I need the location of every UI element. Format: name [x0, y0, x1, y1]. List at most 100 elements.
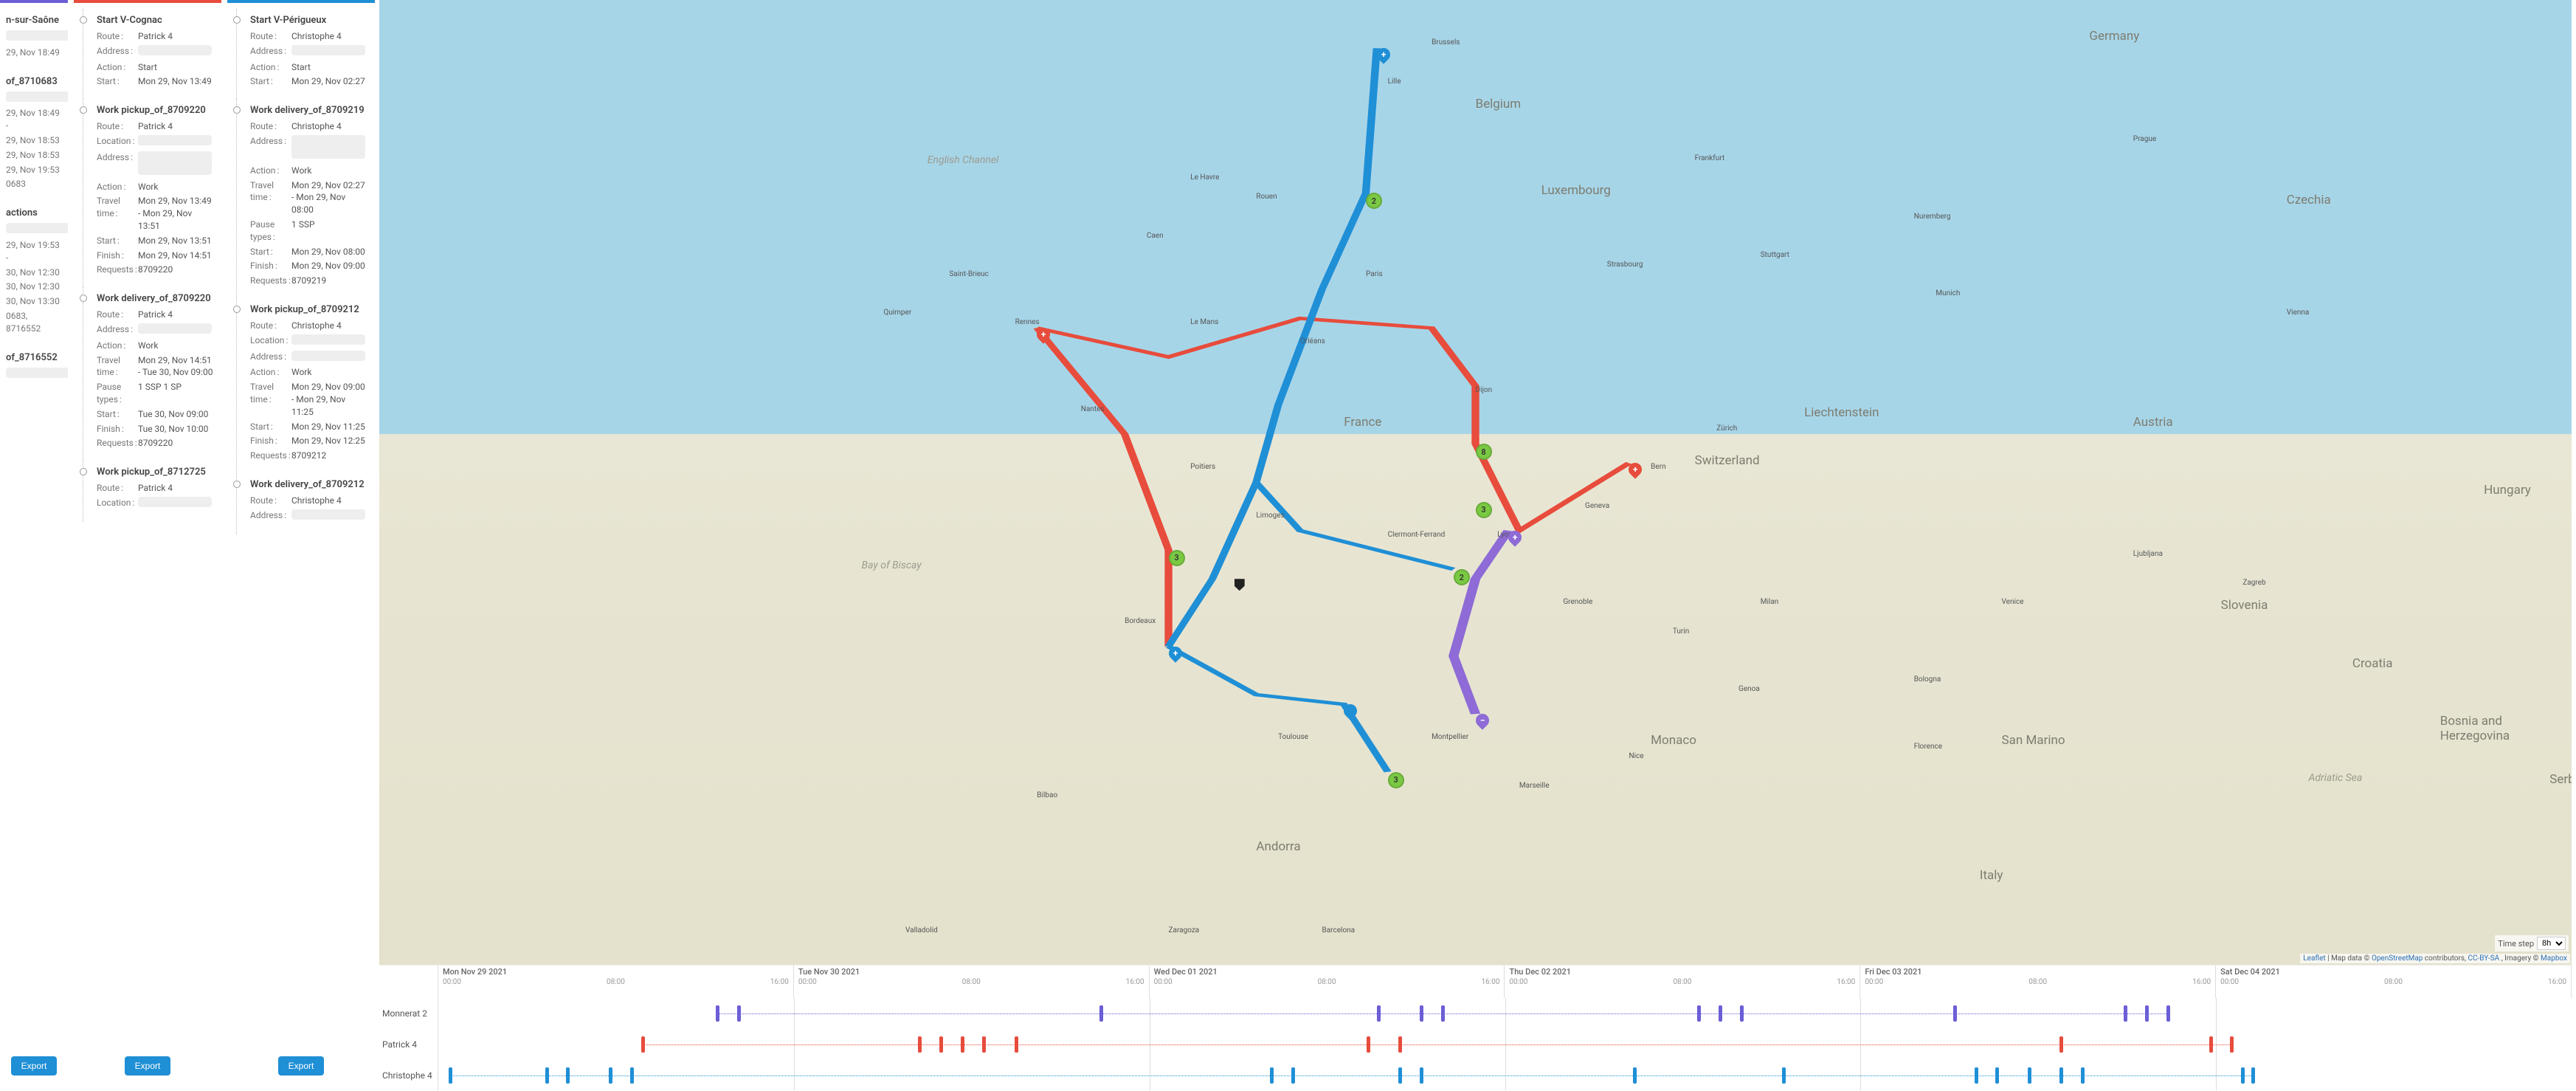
timeline-event[interactable]: [2145, 1005, 2149, 1022]
timeline-event[interactable]: [2059, 1036, 2063, 1053]
timeline-event[interactable]: [1719, 1005, 1722, 1022]
field-label: Route: [97, 120, 138, 133]
timeline-event[interactable]: [961, 1036, 964, 1053]
timeline-event[interactable]: [1377, 1005, 1381, 1022]
cluster-marker[interactable]: 3: [1476, 502, 1492, 518]
route-body[interactable]: Start V-PérigueuxRouteChristophe 4Addres…: [227, 3, 375, 1049]
cluster-marker[interactable]: 2: [1454, 569, 1470, 585]
field-value: Start: [138, 61, 157, 74]
country-label: Croatia: [2352, 656, 2393, 671]
timeline-event[interactable]: [2028, 1067, 2031, 1084]
map[interactable]: Leaflet | Map data © OpenStreetMap contr…: [379, 0, 2572, 965]
timeline-event[interactable]: [545, 1067, 549, 1084]
map-pin[interactable]: +: [1035, 326, 1053, 344]
route-body[interactable]: n-sur-Saône29, Nov 18:49of_871068329, No…: [0, 3, 68, 1049]
route-step[interactable]: Start V-PérigueuxRouteChristophe 4Addres…: [236, 9, 369, 99]
route-step[interactable]: of_8716552: [6, 346, 62, 393]
field-row: Requests8709220: [97, 264, 215, 276]
route-step[interactable]: Work delivery_of_8709212RouteChristophe …: [236, 473, 369, 534]
cc-link[interactable]: CC-BY-SA: [2468, 954, 2499, 963]
timeline-event[interactable]: [1975, 1067, 1978, 1084]
timeline-event[interactable]: [2230, 1036, 2234, 1053]
timeline-event[interactable]: [641, 1036, 645, 1053]
field-label: Address: [97, 323, 138, 337]
timestep-select[interactable]: 8h: [2537, 937, 2566, 950]
field-label: Start: [97, 75, 138, 88]
timeline-event[interactable]: [1270, 1067, 1274, 1084]
timeline-event[interactable]: [1697, 1005, 1701, 1022]
timeline-event[interactable]: [1099, 1005, 1103, 1022]
timeline-event[interactable]: [566, 1067, 570, 1084]
export-button[interactable]: Export: [11, 1056, 58, 1075]
route-body[interactable]: Start V-CognacRoutePatrick 4AddressActio…: [74, 3, 221, 1049]
field-row: FinishMon 29, Nov 09:00: [250, 260, 369, 272]
route-step[interactable]: Work delivery_of_8709219RouteChristophe …: [236, 99, 369, 298]
map-pin[interactable]: +: [1374, 46, 1392, 64]
field-row: RoutePatrick 4: [97, 30, 215, 43]
field-row: RoutePatrick 4: [97, 482, 215, 495]
timeline-event[interactable]: [449, 1067, 452, 1084]
map-pin[interactable]: [1341, 701, 1360, 720]
route-step[interactable]: of_871068329, Nov 18:49 -29, Nov 18:5329…: [6, 70, 62, 202]
export-button[interactable]: Export: [278, 1056, 325, 1075]
route-step[interactable]: Work pickup_of_8712725RoutePatrick 4Loca…: [83, 461, 215, 522]
city-label: Vienna: [2287, 309, 2310, 317]
timeline-event[interactable]: [2124, 1005, 2127, 1022]
route-step[interactable]: Work delivery_of_8709220RoutePatrick 4Ad…: [83, 287, 215, 461]
cluster-marker[interactable]: 8: [1476, 444, 1492, 460]
timeline-day-label: Wed Dec 01 2021: [1154, 967, 1500, 977]
country-label: Switzerland: [1695, 453, 1760, 468]
redacted-value: [291, 351, 365, 361]
timeline-event[interactable]: [1995, 1067, 1999, 1084]
city-label: Caen: [1147, 232, 1164, 240]
route-step[interactable]: Work pickup_of_8709220RoutePatrick 4Loca…: [83, 99, 215, 287]
timeline-grid[interactable]: Mon Nov 29 202100:0008:0016:00Tue Nov 30…: [438, 966, 2572, 1090]
timeline-event[interactable]: [1441, 1005, 1445, 1022]
city-label: Bordeaux: [1125, 617, 1156, 625]
timeline-event[interactable]: [918, 1036, 922, 1053]
timeline-event[interactable]: [1291, 1067, 1295, 1084]
timeline-event[interactable]: [1398, 1067, 1402, 1084]
mapbox-link[interactable]: Mapbox: [2541, 954, 2567, 963]
cluster-marker[interactable]: 2: [1366, 193, 1382, 209]
timeline-event[interactable]: [2059, 1067, 2063, 1084]
timeline-event[interactable]: [630, 1067, 634, 1084]
timeline-event[interactable]: [982, 1036, 986, 1053]
timeline-event[interactable]: [609, 1067, 612, 1084]
route-step[interactable]: Start V-CognacRoutePatrick 4AddressActio…: [83, 9, 215, 99]
osm-link[interactable]: OpenStreetMap: [2372, 954, 2423, 963]
route-step[interactable]: n-sur-Saône29, Nov 18:49: [6, 9, 62, 70]
timeline-event[interactable]: [939, 1036, 943, 1053]
map-pin[interactable]: −: [1473, 711, 1491, 729]
export-button[interactable]: Export: [125, 1056, 171, 1075]
timeline-event[interactable]: [1953, 1005, 1957, 1022]
leaflet-link[interactable]: Leaflet: [2303, 954, 2325, 963]
field-value: 1 SSP: [291, 218, 315, 244]
timeline-event[interactable]: [1420, 1067, 1423, 1084]
timeline-event[interactable]: [2241, 1067, 2245, 1084]
city-label: Nuremberg: [1914, 213, 1951, 221]
route-step[interactable]: Work pickup_of_8709212RouteChristophe 4L…: [236, 298, 369, 473]
cluster-marker[interactable]: 3: [1388, 772, 1404, 788]
timeline-hour: 08:00: [2384, 978, 2403, 986]
field-label: Location: [97, 135, 138, 149]
timeline-event[interactable]: [1015, 1036, 1018, 1053]
timeline-event[interactable]: [1633, 1067, 1637, 1084]
timeline-event[interactable]: [1398, 1036, 1402, 1053]
timeline-event[interactable]: [1740, 1005, 1744, 1022]
field-label: Address: [97, 45, 138, 59]
timeline-event[interactable]: [1420, 1005, 1423, 1022]
timeline-event[interactable]: [2209, 1036, 2213, 1053]
map-pin[interactable]: +: [1626, 461, 1645, 479]
timeline-event[interactable]: [2251, 1067, 2255, 1084]
timeline-event[interactable]: [1782, 1067, 1786, 1084]
cluster-marker[interactable]: 3: [1169, 550, 1185, 566]
timeline-event[interactable]: [737, 1005, 741, 1022]
timeline-event[interactable]: [2081, 1067, 2085, 1084]
route-step[interactable]: actions29, Nov 19:53 -30, Nov 12:3030, N…: [6, 202, 62, 345]
city-label: Bilbao: [1037, 791, 1057, 799]
map-pin[interactable]: +: [1166, 644, 1184, 662]
timeline-event[interactable]: [2166, 1005, 2170, 1022]
timeline-event[interactable]: [1367, 1036, 1370, 1053]
timeline-event[interactable]: [716, 1005, 719, 1022]
